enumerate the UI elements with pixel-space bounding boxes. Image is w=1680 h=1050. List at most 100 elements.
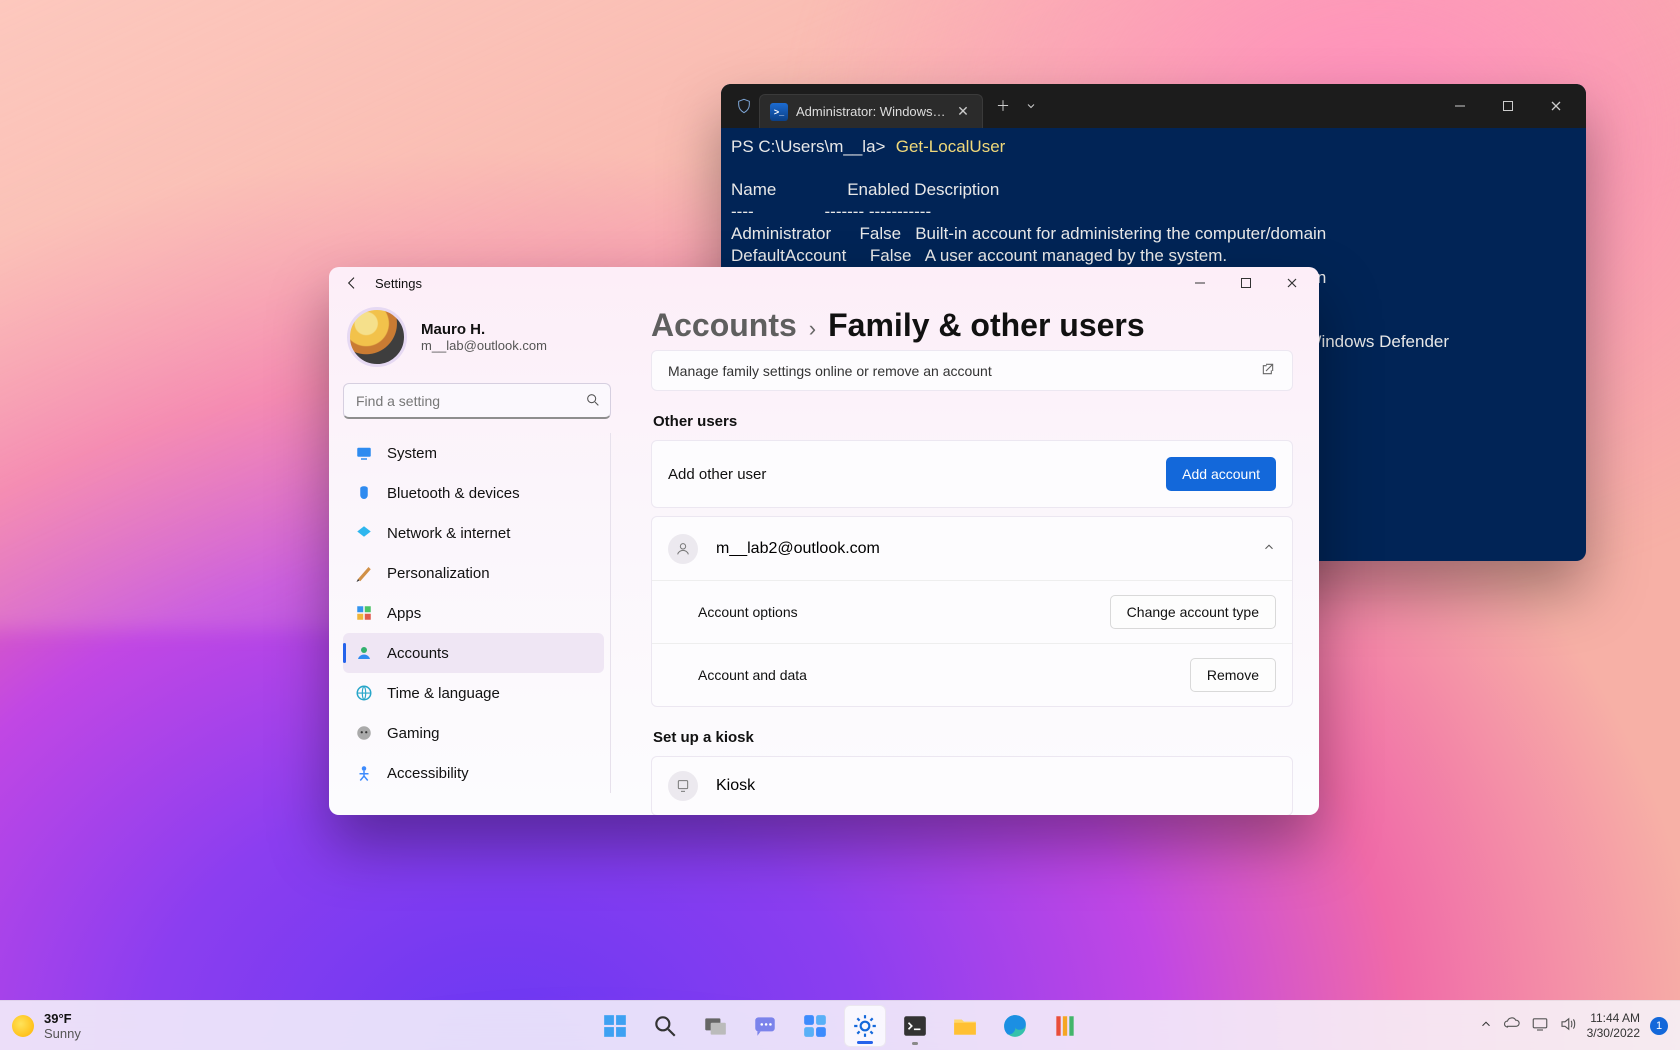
back-button[interactable] (339, 270, 365, 296)
nav-icon (355, 644, 373, 662)
kiosk-label: Kiosk (716, 777, 755, 795)
taskbar-settings-app[interactable] (844, 1005, 886, 1047)
sidebar-item-accessibility[interactable]: Accessibility (343, 753, 604, 793)
taskbar-tray: 11:44 AM 3/30/2022 1 (1479, 1011, 1668, 1041)
settings-titlebar[interactable]: Settings (329, 267, 1319, 299)
taskbar-explorer-app[interactable] (944, 1005, 986, 1047)
family-link-card[interactable]: Manage family settings online or remove … (651, 350, 1293, 391)
terminal-titlebar[interactable]: >_ Administrator: Windows Powe ✕ ＋ (721, 84, 1586, 128)
taskbar-app[interactable] (1044, 1005, 1086, 1047)
terminal-close-button[interactable] (1534, 91, 1578, 121)
nav-label: Accounts (387, 645, 449, 662)
sidebar-item-accounts[interactable]: Accounts (343, 633, 604, 673)
family-link-label: Manage family settings online or remove … (668, 363, 992, 379)
other-users-heading: Other users (653, 413, 1293, 430)
nav-label: Personalization (387, 565, 490, 582)
volume-icon[interactable] (1559, 1015, 1577, 1036)
powershell-icon: >_ (770, 103, 788, 121)
taskbar-center (594, 1005, 1086, 1047)
account-data-label: Account and data (698, 667, 807, 683)
window-title: Settings (375, 276, 422, 291)
add-account-button[interactable]: Add account (1166, 457, 1276, 491)
nav-icon (355, 604, 373, 622)
kiosk-card[interactable]: Kiosk (651, 756, 1293, 815)
tray-chevron-icon[interactable] (1479, 1017, 1493, 1034)
clock-date: 3/30/2022 (1587, 1026, 1640, 1041)
add-user-card: Add other user Add account (651, 440, 1293, 508)
taskbar-clock[interactable]: 11:44 AM 3/30/2022 (1587, 1011, 1640, 1041)
avatar (347, 307, 407, 367)
nav-label: System (387, 445, 437, 462)
sidebar-item-gaming[interactable]: Gaming (343, 713, 604, 753)
terminal-tab[interactable]: >_ Administrator: Windows Powe ✕ (759, 94, 983, 128)
sidebar-item-apps[interactable]: Apps (343, 593, 604, 633)
nav-label: Bluetooth & devices (387, 485, 520, 502)
nav-label: Gaming (387, 725, 440, 742)
weather-cond: Sunny (44, 1026, 81, 1041)
nav-icon (355, 484, 373, 502)
nav-icon (355, 684, 373, 702)
search-icon (585, 392, 601, 413)
settings-minimize-button[interactable] (1177, 267, 1223, 299)
notifications-badge[interactable]: 1 (1650, 1017, 1668, 1035)
person-icon (668, 534, 698, 564)
nav-list: System Bluetooth & devices Network & inter… (343, 433, 611, 793)
taskbar-edge-app[interactable] (994, 1005, 1036, 1047)
terminal-tab-title: Administrator: Windows Powe (796, 104, 946, 119)
search-button[interactable] (644, 1005, 686, 1047)
profile-block[interactable]: Mauro H. m__lab@outlook.com (343, 303, 611, 379)
add-other-user-label: Add other user (668, 466, 766, 483)
remove-button[interactable]: Remove (1190, 658, 1276, 692)
sidebar-item-network-internet[interactable]: Network & internet (343, 513, 604, 553)
nav-icon (355, 764, 373, 782)
sidebar-item-personalization[interactable]: Personalization (343, 553, 604, 593)
new-tab-button[interactable]: ＋ (989, 92, 1017, 120)
tab-dropdown-icon[interactable] (1019, 92, 1043, 120)
kiosk-icon (668, 771, 698, 801)
terminal-minimize-button[interactable] (1438, 91, 1482, 121)
taskbar-terminal-app[interactable] (894, 1005, 936, 1047)
weather-temp: 39°F (44, 1011, 81, 1026)
sidebar-item-system[interactable]: System (343, 433, 604, 473)
chevron-right-icon: › (809, 316, 816, 342)
nav-icon (355, 724, 373, 742)
onedrive-icon[interactable] (1503, 1015, 1521, 1036)
breadcrumb: Accounts › Family & other users (651, 307, 1293, 344)
account-options-label: Account options (698, 604, 798, 620)
sidebar-item-bluetooth-devices[interactable]: Bluetooth & devices (343, 473, 604, 513)
widgets-button[interactable] (794, 1005, 836, 1047)
nav-icon (355, 524, 373, 542)
change-account-type-button[interactable]: Change account type (1110, 595, 1276, 629)
chat-button[interactable] (744, 1005, 786, 1047)
terminal-prompt: PS C:\Users\m__la> (731, 137, 885, 156)
breadcrumb-parent[interactable]: Accounts (651, 307, 797, 344)
nav-label: Network & internet (387, 525, 510, 542)
settings-main: Accounts › Family & other users Manage f… (625, 299, 1319, 815)
kiosk-heading: Set up a kiosk (653, 729, 1293, 746)
weather-icon (12, 1015, 34, 1037)
terminal-maximize-button[interactable] (1486, 91, 1530, 121)
settings-close-button[interactable] (1269, 267, 1315, 299)
nav-label: Apps (387, 605, 421, 622)
start-button[interactable] (594, 1005, 636, 1047)
nav-icon (355, 444, 373, 462)
search-input[interactable] (343, 383, 611, 419)
settings-sidebar: Mauro H. m__lab@outlook.com System Blueto… (329, 299, 625, 815)
sidebar-item-time-language[interactable]: Time & language (343, 673, 604, 713)
chevron-up-icon (1262, 540, 1276, 559)
task-view-button[interactable] (694, 1005, 736, 1047)
user-email: m__lab2@outlook.com (716, 540, 880, 558)
user-row[interactable]: m__lab2@outlook.com (652, 517, 1292, 580)
taskbar: 39°F Sunny (0, 1000, 1680, 1050)
breadcrumb-current: Family & other users (828, 307, 1145, 344)
profile-email: m__lab@outlook.com (421, 338, 547, 353)
clock-time: 11:44 AM (1590, 1011, 1640, 1026)
nav-icon (355, 564, 373, 582)
other-user-card: m__lab2@outlook.com Account options Chan… (651, 516, 1293, 707)
tab-close-icon[interactable]: ✕ (954, 103, 972, 120)
settings-maximize-button[interactable] (1223, 267, 1269, 299)
terminal-command: Get-LocalUser (896, 137, 1006, 156)
weather-widget[interactable]: 39°F Sunny (12, 1011, 81, 1041)
external-link-icon (1260, 361, 1276, 380)
network-icon[interactable] (1531, 1015, 1549, 1036)
